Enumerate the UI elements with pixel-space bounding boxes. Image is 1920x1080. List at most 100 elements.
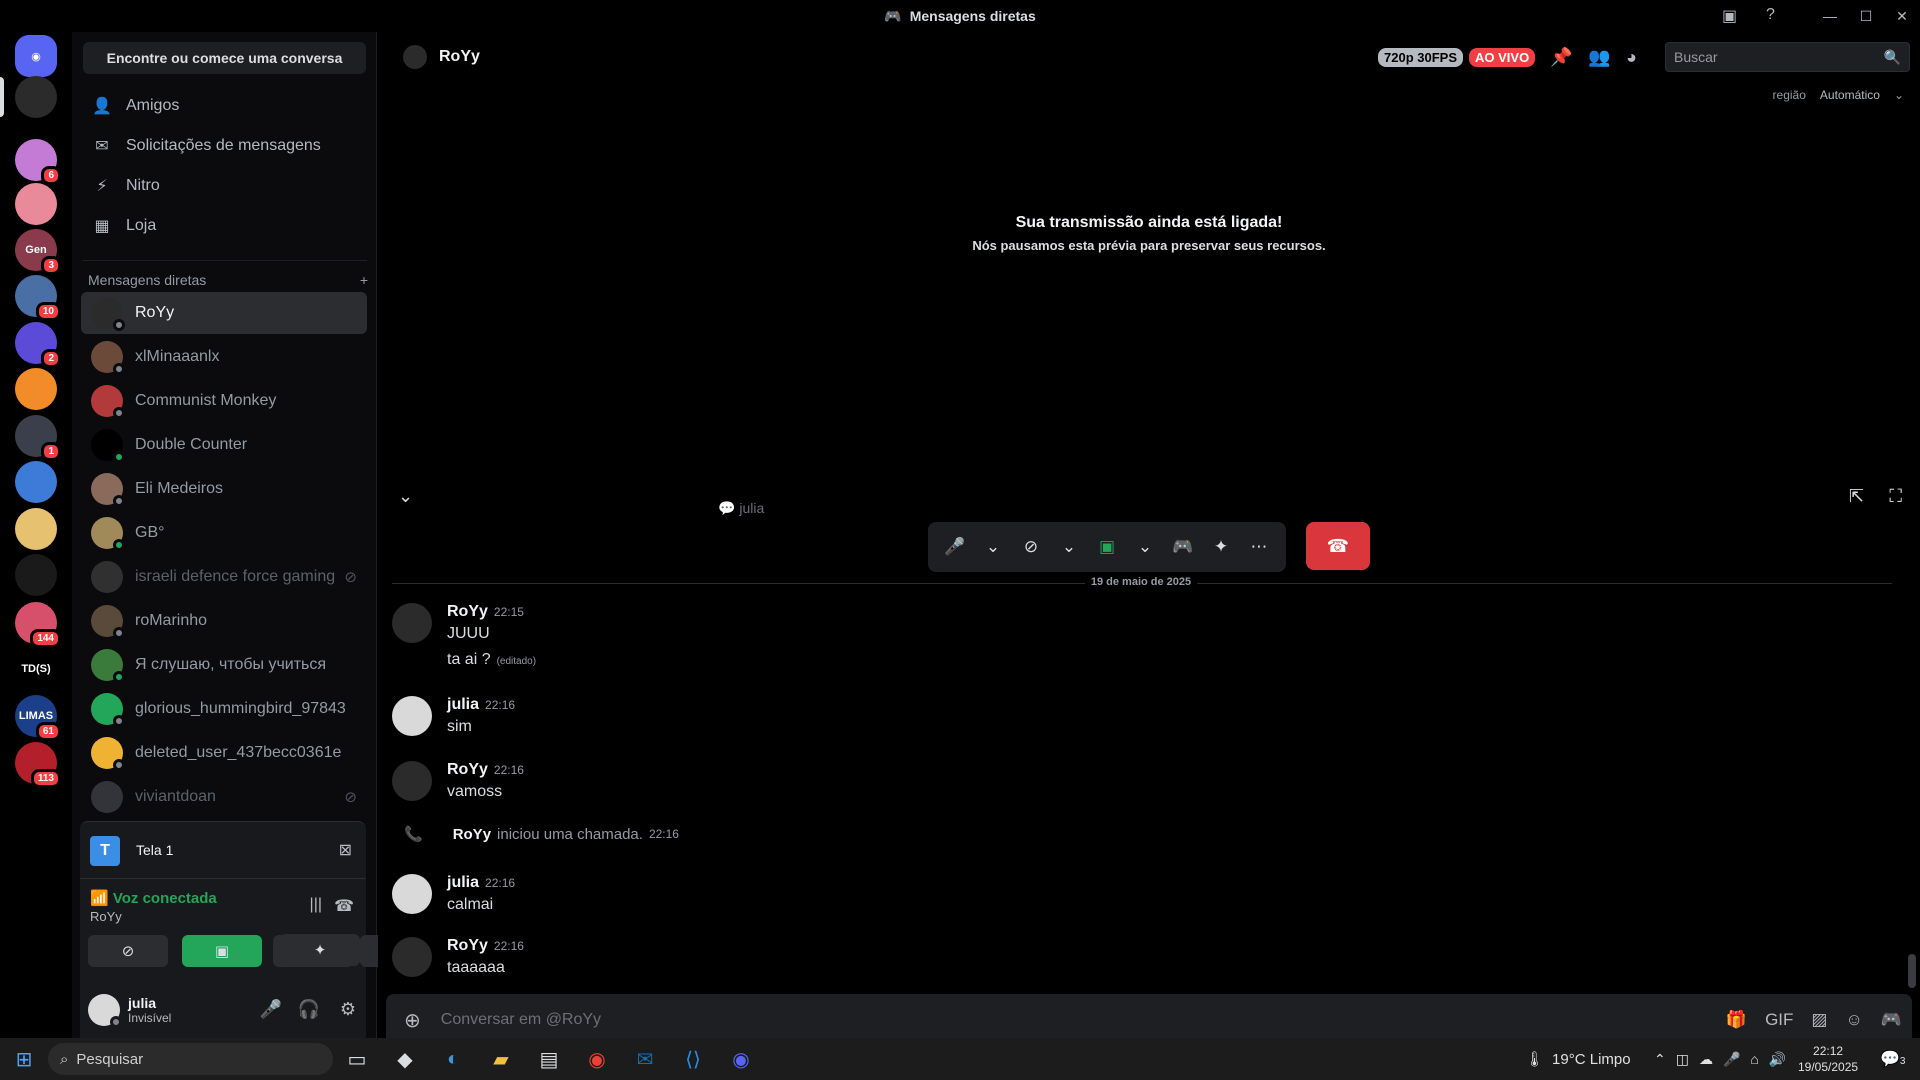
soundboard-button[interactable]: ✦	[280, 934, 360, 966]
settings-gear-icon[interactable]: ⚙	[340, 999, 356, 1020]
dm-item[interactable]: roMarinho	[81, 600, 367, 642]
cloud-icon[interactable]: ☁	[1699, 1051, 1713, 1068]
find-conversation-button[interactable]: Encontre ou comece uma conversa	[83, 42, 366, 74]
search-input[interactable]: Buscar 🔍	[1665, 42, 1910, 72]
server-icon[interactable]	[15, 183, 57, 225]
mic-icon[interactable]: 🎤	[1723, 1051, 1740, 1068]
server-icon[interactable]	[15, 554, 57, 596]
dm-item[interactable]: Double Counter	[81, 424, 367, 466]
header-name[interactable]: RoYy	[439, 48, 480, 66]
emoji-icon[interactable]: ☺	[1845, 1010, 1862, 1030]
file-explorer-icon[interactable]: ▰	[477, 1047, 525, 1072]
gamepad-icon[interactable]: 🎮	[1166, 537, 1200, 557]
headphones-icon[interactable]: 🎧	[298, 999, 320, 1020]
popout-icon[interactable]: ⇱	[1849, 486, 1864, 507]
add-dm-icon[interactable]: +	[360, 272, 368, 288]
server-icon[interactable]	[15, 461, 57, 503]
message-author[interactable]: julia	[447, 696, 479, 713]
chevron-up-icon[interactable]: ⌃	[1654, 1051, 1666, 1068]
dm-item[interactable]: RoYy	[81, 292, 367, 334]
task-view-icon[interactable]: ▭	[333, 1047, 381, 1072]
minimize-button[interactable]: —	[1812, 8, 1848, 24]
stop-stream-icon[interactable]: ⊠	[339, 840, 352, 860]
copilot-icon[interactable]: ◆	[381, 1047, 429, 1072]
region-selector[interactable]: região Automático ⌄	[1773, 88, 1904, 102]
notification-icon[interactable]: 💬3	[1880, 1049, 1905, 1069]
apps-gamepad-icon[interactable]: 🎮	[1881, 1010, 1902, 1030]
camera-toggle-button[interactable]: ⊘	[88, 935, 168, 967]
volume-icon[interactable]: 🔊	[1769, 1051, 1786, 1068]
server-icon[interactable]	[15, 508, 57, 550]
server-icon[interactable]: Gen 3	[15, 229, 61, 275]
call-author[interactable]: RoYy	[453, 826, 491, 843]
dm-item[interactable]: Communist Monkey	[81, 380, 367, 422]
server-icon[interactable]: LIMAS 61	[15, 695, 61, 741]
server-icon[interactable]: 10	[15, 275, 61, 321]
taskbar-search[interactable]: ⌕ Pesquisar	[48, 1043, 333, 1075]
weather[interactable]: 🌡 19°C Limpo	[1525, 1050, 1631, 1069]
chevron-down-icon[interactable]: ⌄	[1128, 537, 1162, 557]
dm-item[interactable]: Eli Medeiros	[81, 468, 367, 510]
nav-shop[interactable]: ▦ Loja	[82, 208, 367, 244]
message-author[interactable]: RoYy	[447, 937, 488, 954]
message-avatar[interactable]	[392, 603, 432, 643]
message-author[interactable]: RoYy	[447, 603, 488, 620]
nav-nitro[interactable]: ⚡ Nitro	[82, 168, 367, 204]
inbox-icon[interactable]: ▣	[1722, 6, 1737, 26]
server-icon[interactable]: 1	[15, 415, 61, 461]
home-button[interactable]: ◉	[15, 35, 57, 77]
gif-icon[interactable]: GIF	[1765, 1010, 1793, 1030]
close-button[interactable]: ✕	[1884, 8, 1920, 25]
maximize-button[interactable]: ☐	[1848, 8, 1884, 25]
share-screen-button[interactable]: ▣	[182, 935, 262, 967]
dm-item[interactable]: israeli defence force gaming ⊘	[81, 556, 367, 598]
profile-icon[interactable]: ◕	[1626, 47, 1637, 68]
microphone-icon[interactable]: 🎤	[938, 537, 972, 557]
chrome-icon[interactable]: ◉	[573, 1047, 621, 1072]
fullscreen-icon[interactable]: ⛶	[1889, 486, 1902, 507]
soundboard-icon[interactable]: ✦	[1204, 537, 1238, 557]
app-icon[interactable]: ◫	[1676, 1051, 1689, 1068]
server-icon[interactable]: 113	[15, 742, 61, 788]
chevron-down-icon[interactable]: ⌄	[976, 537, 1010, 557]
server-icon[interactable]	[15, 368, 57, 410]
nav-message-requests[interactable]: ✉ Solicitações de mensagens	[82, 128, 367, 164]
screen-share-icon[interactable]: ▣	[1090, 537, 1124, 557]
more-icon[interactable]: ⋯	[1242, 537, 1276, 557]
help-icon[interactable]: ?	[1766, 6, 1775, 24]
upload-plus-icon[interactable]: ⊕	[404, 1008, 421, 1033]
dm-item[interactable]: viviantdoan ⊘	[81, 776, 367, 818]
windows-start-icon[interactable]: ⊞	[0, 1047, 48, 1072]
gift-icon[interactable]: 🎁	[1726, 1010, 1747, 1030]
dm-item[interactable]: xlMinaaanlx	[81, 336, 367, 378]
server-icon[interactable]: 2	[15, 322, 61, 368]
nav-friends[interactable]: 👤 Amigos	[82, 88, 367, 124]
message-author[interactable]: julia	[447, 874, 479, 891]
message-avatar[interactable]	[392, 761, 432, 801]
server-icon[interactable]: 6	[15, 139, 61, 185]
store-icon[interactable]: ▤	[525, 1047, 573, 1072]
server-icon[interactable]: TD(S)	[15, 648, 57, 690]
message-avatar[interactable]	[392, 937, 432, 977]
disconnect-icon[interactable]: ☎	[334, 896, 354, 916]
outlook-icon[interactable]: ✉	[621, 1047, 669, 1072]
network-icon[interactable]: ⌂	[1750, 1051, 1758, 1068]
vscode-icon[interactable]: ⟨⟩	[669, 1047, 717, 1072]
dm-item[interactable]: GB°	[81, 512, 367, 554]
dm-item[interactable]: glorious_hummingbird_97843	[81, 688, 367, 730]
message-avatar[interactable]	[392, 874, 432, 914]
user-avatar[interactable]	[88, 993, 122, 1028]
voice-channel[interactable]: RoYy	[90, 909, 122, 924]
message-avatar[interactable]	[392, 696, 432, 736]
noise-suppression-icon[interactable]: |||	[310, 896, 322, 914]
pin-icon[interactable]: 📌	[1550, 47, 1572, 68]
dm-item[interactable]: Я слушаю, чтобы учиться	[81, 644, 367, 686]
dm-royy-avatar[interactable]	[15, 76, 57, 118]
microphone-icon[interactable]: 🎤	[260, 999, 282, 1020]
add-friends-icon[interactable]: 👥	[1588, 47, 1610, 68]
discord-taskbar-icon[interactable]: ◉	[717, 1047, 765, 1072]
hang-up-button[interactable]: ☎	[1306, 522, 1370, 570]
scrollbar-thumb[interactable]	[1908, 954, 1916, 988]
sticker-icon[interactable]: ▨	[1811, 1010, 1827, 1030]
edge-icon[interactable]: ◐	[429, 1048, 477, 1071]
